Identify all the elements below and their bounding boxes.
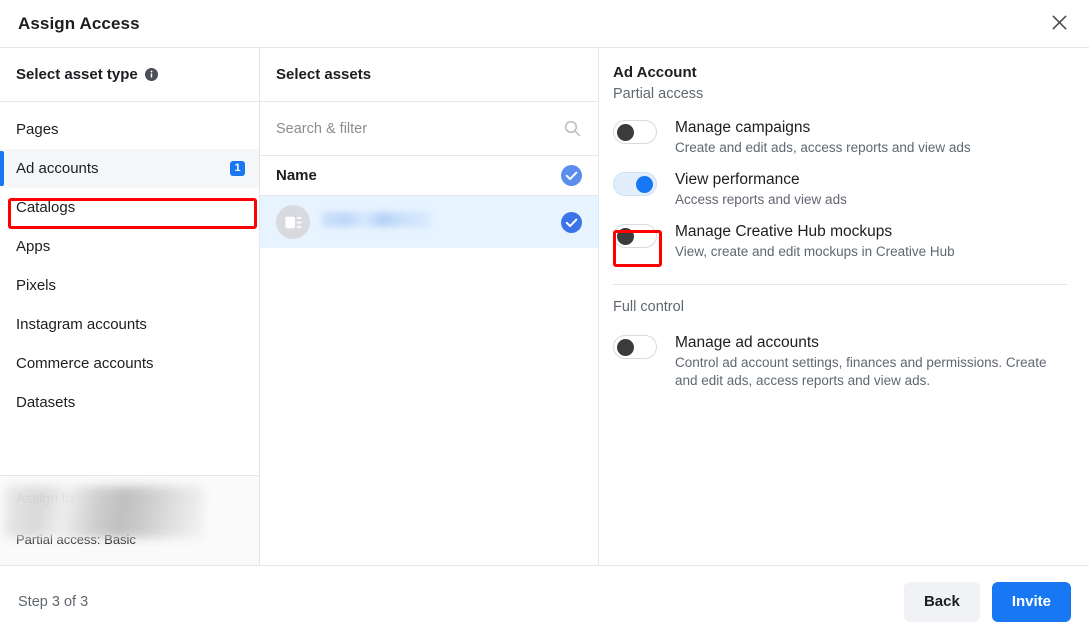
info-icon[interactable] <box>144 68 158 81</box>
sidebar-item-catalogs[interactable]: Catalogs <box>0 188 259 227</box>
sidebar-item-label: Apps <box>16 238 51 255</box>
sidebar-item-datasets[interactable]: Datasets <box>0 383 259 422</box>
asset-type-list: Pages Ad accounts 1 Catalogs Apps Pixels… <box>0 102 259 475</box>
permission-name: View performance <box>675 171 800 188</box>
permissions-divider <box>613 284 1067 285</box>
permission-item-manage-campaigns: Manage campaigns Create and edit ads, ac… <box>613 112 1067 164</box>
sidebar-item-label: Pixels <box>16 277 57 294</box>
dialog-body: Select asset type Pages Ad accounts 1 Ca… <box>0 48 1089 565</box>
row-check-circle-icon[interactable] <box>561 211 582 233</box>
sidebar-item-commerce-accounts[interactable]: Commerce accounts <box>0 344 259 383</box>
permission-item-view-performance: View performance Access reports and view… <box>613 164 1067 216</box>
dialog-footer: Step 3 of 3 Back Invite <box>0 565 1089 637</box>
toggle-view-performance[interactable] <box>613 172 657 196</box>
asset-count-badge: 1 <box>230 161 245 176</box>
toggle-wrap <box>613 118 657 144</box>
sidebar-item-ad-accounts[interactable]: Ad accounts 1 <box>0 149 259 188</box>
select-assets-header-label: Select assets <box>276 66 372 83</box>
back-button[interactable]: Back <box>903 581 980 622</box>
table-row[interactable] <box>260 196 598 248</box>
asset-type-column: Select asset type Pages Ad accounts 1 Ca… <box>0 48 260 565</box>
toggle-knob <box>617 124 634 141</box>
asset-type-header-label: Select asset type <box>16 66 138 83</box>
close-icon <box>1050 13 1069 35</box>
sidebar-item-label: Datasets <box>16 394 76 411</box>
toggle-wrap <box>613 222 657 248</box>
permission-description: Create and edit ads, access reports and … <box>675 140 971 155</box>
permissions-title: Ad Account <box>613 64 697 81</box>
permission-name: Manage ad accounts <box>675 334 819 351</box>
sidebar-item-apps[interactable]: Apps <box>0 227 259 266</box>
asset-type-header: Select asset type <box>0 48 259 102</box>
toggle-knob <box>636 176 653 193</box>
dialog-header: Assign Access <box>0 0 1089 48</box>
permission-description: Control ad account settings, finances an… <box>675 355 1047 388</box>
sidebar-item-label: Commerce accounts <box>16 355 154 372</box>
permission-description: Access reports and view ads <box>675 192 847 207</box>
sidebar-item-label: Catalogs <box>16 199 76 216</box>
sidebar-item-label: Ad accounts <box>16 160 99 177</box>
close-button[interactable] <box>1041 6 1077 42</box>
permission-item-manage-creative-hub-mockups: Manage Creative Hub mockups View, create… <box>613 216 1067 268</box>
permission-group-full-control-label: Full control <box>613 299 684 315</box>
assets-list-header: Name <box>260 156 598 196</box>
redacted-asset-name <box>322 207 561 237</box>
sidebar-item-instagram-accounts[interactable]: Instagram accounts <box>0 305 259 344</box>
step-indicator: Step 3 of 3 <box>18 593 89 610</box>
permission-group-partial-access-label: Partial access <box>613 86 704 102</box>
search-icon[interactable] <box>563 119 582 138</box>
search-input[interactable] <box>276 120 563 137</box>
permission-item-manage-ad-accounts: Manage ad accounts Control ad account se… <box>613 327 1067 397</box>
toggle-manage-campaigns[interactable] <box>613 120 657 144</box>
permissions-pane: Ad Account Partial access Manage campaig… <box>599 48 1089 397</box>
select-assets-column: Select assets Name <box>260 48 599 565</box>
permission-name: Manage campaigns <box>675 119 811 136</box>
column-header-name: Name <box>276 167 317 184</box>
assets-list-empty-area <box>260 248 598 565</box>
toggle-manage-creative-hub-mockups[interactable] <box>613 224 657 248</box>
search-row <box>260 102 598 156</box>
toggle-manage-ad-accounts[interactable] <box>613 335 657 359</box>
permissions-column: Ad Account Partial access Manage campaig… <box>599 48 1089 565</box>
sidebar-item-label: Pages <box>16 121 59 138</box>
permission-text: Manage Creative Hub mockups View, create… <box>675 222 955 261</box>
assign-access-dialog: Assign Access Select asset type Pages Ad… <box>0 0 1089 637</box>
assign-to-section: Assign to Partial access: Basic <box>0 475 259 565</box>
ad-account-icon <box>276 205 310 239</box>
sidebar-item-pages[interactable]: Pages <box>0 110 259 149</box>
sidebar-item-label: Instagram accounts <box>16 316 147 333</box>
toggle-knob <box>617 228 634 245</box>
permission-text: Manage campaigns Create and edit ads, ac… <box>675 118 971 157</box>
toggle-wrap <box>613 333 657 359</box>
toggle-knob <box>617 339 634 356</box>
toggle-wrap <box>613 170 657 196</box>
page-title: Assign Access <box>18 13 140 33</box>
footer-buttons: Back Invite <box>903 581 1071 622</box>
invite-button[interactable]: Invite <box>991 581 1071 622</box>
permission-description: View, create and edit mockups in Creativ… <box>675 244 955 259</box>
permission-name: Manage Creative Hub mockups <box>675 223 893 240</box>
permission-text: View performance Access reports and view… <box>675 170 847 209</box>
redacted-user-name <box>5 486 205 538</box>
permission-text: Manage ad accounts Control ad account se… <box>675 333 1067 390</box>
select-all-check-circle-icon[interactable] <box>561 165 582 186</box>
select-assets-header: Select assets <box>260 48 598 102</box>
sidebar-item-pixels[interactable]: Pixels <box>0 266 259 305</box>
